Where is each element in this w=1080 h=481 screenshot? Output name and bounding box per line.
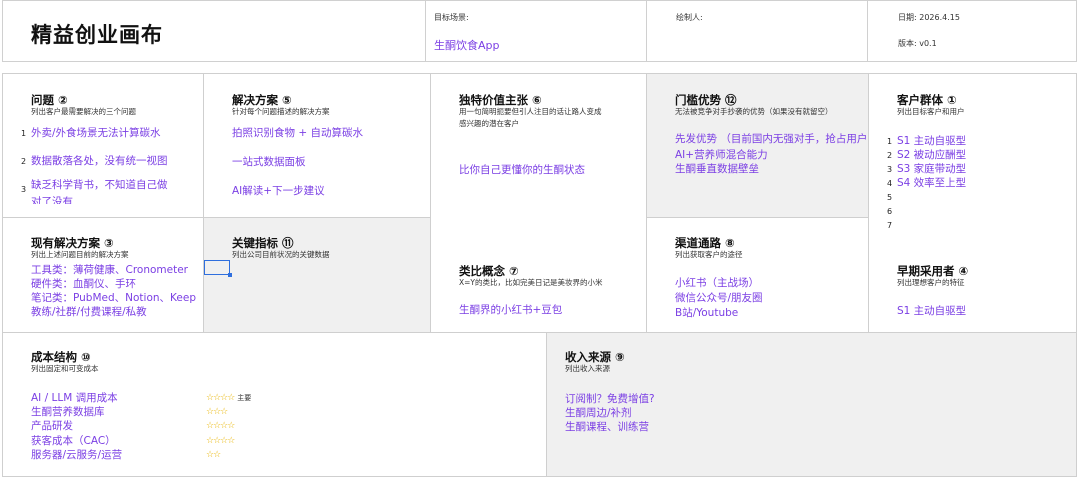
cost-item-1[interactable]: AI / LLM 调用成本 <box>31 391 118 405</box>
problem-item-2[interactable]: 数据散落各处，没有统一视图 <box>31 154 168 168</box>
uvp-value[interactable]: 比你自己更懂你的生酮状态 <box>459 163 585 177</box>
solution-item-1[interactable]: 拍照识别食物 + 自动算碳水 <box>232 126 363 140</box>
advantage-cell[interactable]: 门槛优势 ⑫ 无法被竞争对手抄袭的优势（如果没有就留空） 先发优势 （目前国内无… <box>646 73 869 218</box>
cost-structure-cell[interactable]: 成本结构 ⑩ 列出固定和可变成本 AI / LLM 调用成本 ☆☆☆☆ 主要 生酮… <box>2 332 547 477</box>
problem-cell[interactable]: 问题 ② 列出客户最需要解决的三个问题 1 外卖/外食场景无法计算碳水 2 数据… <box>2 73 204 218</box>
channels-item-3[interactable]: B站/Youtube <box>675 306 738 320</box>
header-meta-box: 日期: 2026.4.15 版本: v0.1 <box>867 0 1077 62</box>
date-text: 日期: 2026.4.15 <box>898 13 960 22</box>
problem-item-3-cont[interactable]: 对了没有 <box>31 195 73 204</box>
segment-item-1[interactable]: S1 主动自驱型 <box>897 134 966 148</box>
target-label: 目标场景: <box>434 13 469 22</box>
segment-item-2[interactable]: S2 被动应酬型 <box>897 148 966 162</box>
segments-subtitle: 列出目标客户和用户 <box>897 107 965 116</box>
segment-num-5: 5 <box>887 193 893 202</box>
advantage-item-2[interactable]: AI+营养师混合能力 <box>675 148 768 162</box>
advantage-subtitle: 无法被竞争对手抄袭的优势（如果没有就留空） <box>675 107 833 116</box>
solution-cell[interactable]: 解决方案 ⑤ 针对每个问题描述的解决方案 拍照识别食物 + 自动算碳水 一站式数… <box>203 73 431 218</box>
cost-subtitle: 列出固定和可变成本 <box>31 364 99 373</box>
segment-num-2: 2 <box>887 151 893 160</box>
advantage-item-3[interactable]: 生酮垂直数据壁垒 <box>675 162 759 176</box>
segment-num-1: 1 <box>887 137 893 146</box>
version-text: 版本: v0.1 <box>898 39 937 48</box>
selection-handle[interactable] <box>228 273 232 277</box>
author-label: 绘制人: <box>676 13 703 22</box>
channels-item-1[interactable]: 小红书（主战场） <box>675 276 759 290</box>
metrics-subtitle: 列出公司目前状况的关键数据 <box>232 250 330 259</box>
existing-item-2[interactable]: 硬件类：血酮仪、手环 <box>31 277 136 291</box>
problem-item-3[interactable]: 缺乏科学背书，不知道自己做 <box>31 178 168 192</box>
existing-subtitle: 列出上述问题目前的解决方案 <box>31 250 129 259</box>
existing-item-4[interactable]: 教练/社群/付费课程/私教 <box>31 305 147 319</box>
cost-stars-4: ☆☆☆☆ <box>206 436 235 446</box>
segments-cell[interactable]: 客户群体 ① 列出目标客户和用户 1 S1 主动自驱型 2 S2 被动应酬型 3… <box>868 73 1077 261</box>
existing-item-1[interactable]: 工具类：薄荷健康、Cronometer <box>31 263 188 277</box>
segment-num-7: 7 <box>887 221 893 230</box>
cost-stars-2: ☆☆☆ <box>206 407 228 417</box>
channels-subtitle: 列出获取客户的途径 <box>675 250 743 259</box>
page-title: 精益创业画布 <box>31 23 163 47</box>
cost-item-5[interactable]: 服务器/云服务/运营 <box>31 448 122 462</box>
revenue-subtitle: 列出收入来源 <box>565 364 610 373</box>
cost-item-4[interactable]: 获客成本（CAC） <box>31 434 116 448</box>
problem-num-3: 3 <box>21 185 27 194</box>
solution-subtitle: 针对每个问题描述的解决方案 <box>232 107 330 116</box>
problem-subtitle: 列出客户最需要解决的三个问题 <box>31 107 136 116</box>
segment-item-3[interactable]: S3 家庭带动型 <box>897 162 966 176</box>
header-title-box: 精益创业画布 <box>2 0 426 62</box>
revenue-item-2[interactable]: 生酮周边/补剂 <box>565 406 632 420</box>
problem-item-1[interactable]: 外卖/外食场景无法计算碳水 <box>31 126 161 140</box>
existing-solutions-cell[interactable]: 现有解决方案 ③ 列出上述问题目前的解决方案 工具类：薄荷健康、Cronomet… <box>2 217 204 333</box>
uvp-subtitle-1: 用一句简明扼要但引人注目的话让路人变成 <box>459 107 602 116</box>
revenue-cell[interactable]: 收入来源 ⑨ 列出收入来源 订阅制？免费增值? 生酮周边/补剂 生酮课程、训练营 <box>546 332 1077 477</box>
analogy-cell[interactable]: 类比概念 ⑦ X=Y的类比，比如完美日记是美妆界的小米 生酮界的小红书+豆包 <box>430 260 647 333</box>
channels-item-2[interactable]: 微信公众号/朋友圈 <box>675 291 763 305</box>
segment-num-3: 3 <box>887 165 893 174</box>
header-target-box: 目标场景: 生酮饮食App <box>425 0 647 62</box>
problem-num-1: 1 <box>21 129 27 138</box>
problem-num-2: 2 <box>21 157 27 166</box>
uvp-cell[interactable]: 独特价值主张 ⑥ 用一句简明扼要但引人注目的话让路人变成 感兴趣的潜在客户 比你… <box>430 73 647 261</box>
early-adopters-cell[interactable]: 早期采用者 ④ 列出理想客户的特征 S1 主动自驱型 <box>868 260 1077 333</box>
solution-item-2[interactable]: 一站式数据面板 <box>232 155 306 169</box>
early-subtitle: 列出理想客户的特征 <box>897 278 965 287</box>
cell-selection-box[interactable] <box>204 260 230 275</box>
solution-item-3[interactable]: AI解读+下一步建议 <box>232 184 325 198</box>
advantage-item-1[interactable]: 先发优势 （目前国内无强对手，抢占用户 <box>675 132 868 146</box>
analogy-subtitle: X=Y的类比，比如完美日记是美妆界的小米 <box>459 278 603 287</box>
cost-item-2[interactable]: 生酮营养数据库 <box>31 405 105 419</box>
key-metrics-cell[interactable]: 关键指标 ⑪ 列出公司目前状况的关键数据 <box>203 217 431 333</box>
early-value[interactable]: S1 主动自驱型 <box>897 304 966 318</box>
segment-num-6: 6 <box>887 207 893 216</box>
cost-stars-5: ☆☆ <box>206 450 221 460</box>
segment-num-4: 4 <box>887 179 893 188</box>
cost-stars-3: ☆☆☆☆ <box>206 421 235 431</box>
cost-stars-1: ☆☆☆☆ 主要 <box>206 393 251 403</box>
revenue-item-3[interactable]: 生酮课程、训练营 <box>565 420 649 434</box>
channels-cell[interactable]: 渠道通路 ⑧ 列出获取客户的途径 小红书（主战场） 微信公众号/朋友圈 B站/Y… <box>646 217 869 333</box>
existing-item-3[interactable]: 笔记类：PubMed、Notion、Keep <box>31 291 196 305</box>
uvp-subtitle-2: 感兴趣的潜在客户 <box>459 119 519 128</box>
target-value[interactable]: 生酮饮食App <box>434 37 500 53</box>
header-author-box: 绘制人: <box>646 0 868 62</box>
segment-item-4[interactable]: S4 效率至上型 <box>897 176 966 190</box>
revenue-item-1[interactable]: 订阅制？免费增值? <box>565 392 655 406</box>
cost-item-3[interactable]: 产品研发 <box>31 419 73 433</box>
star-rating: ☆☆☆☆ <box>206 393 235 403</box>
cost-note-1: 主要 <box>237 394 252 402</box>
analogy-value[interactable]: 生酮界的小红书+豆包 <box>459 303 562 317</box>
